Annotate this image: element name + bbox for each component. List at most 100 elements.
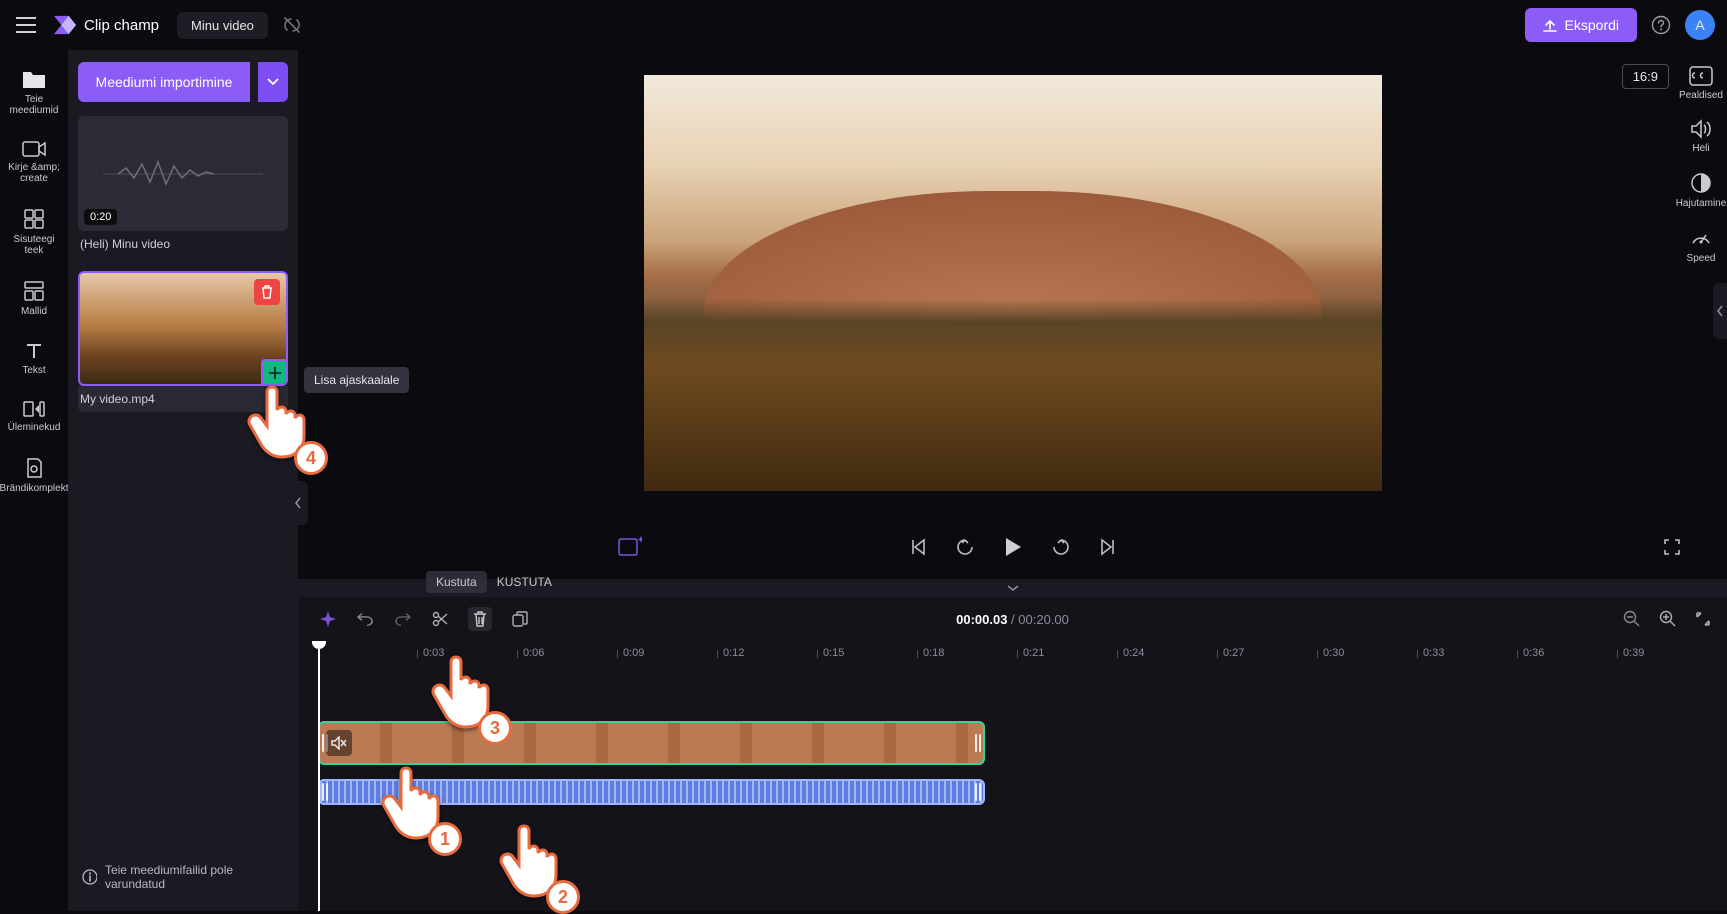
timeline-toolbar-right: [1623, 610, 1711, 628]
app-name: Clip champ: [84, 17, 159, 34]
ruler-tick: 0:30: [1323, 647, 1344, 659]
audio-waveform: [320, 781, 983, 803]
text-icon: [24, 341, 44, 361]
clipchamp-logo-icon: [54, 15, 76, 35]
zoom-out-button[interactable]: [1623, 610, 1641, 628]
ruler-tick: 0:36: [1523, 647, 1544, 659]
main-area: Teie meediumid Kirje &amp; create Sisute…: [0, 50, 1727, 911]
playback-controls: [298, 515, 1727, 579]
ruler-tick: 0:21: [1023, 647, 1044, 659]
export-button[interactable]: Ekspordi: [1525, 8, 1637, 42]
rewind-button[interactable]: [955, 537, 975, 557]
help-icon: [1651, 15, 1671, 35]
waveform-icon: [98, 154, 268, 194]
delete-tooltip: Kustuta KUSTUTA: [426, 571, 552, 593]
ruler-tick: 0:33: [1423, 647, 1444, 659]
forward-button[interactable]: [1051, 537, 1071, 557]
timeline-toolbar: Kustuta KUSTUTA 00:00.03 / 00:20.00: [298, 597, 1727, 641]
delete-clip-button[interactable]: Kustuta KUSTUTA: [468, 607, 492, 631]
trash-icon: [260, 285, 274, 299]
backup-warning[interactable]: Teie meediumifailid pole varundatud: [78, 855, 288, 899]
user-avatar[interactable]: A: [1685, 10, 1715, 40]
skip-start-icon: [909, 538, 927, 556]
app-logo[interactable]: Clip champ: [54, 15, 159, 35]
timeline-ruler[interactable]: 0:030:060:090:120:150:180:210:240:270:30…: [318, 641, 1727, 669]
chevron-down-icon: [1006, 584, 1020, 592]
clip-trim-right[interactable]: [973, 781, 983, 803]
project-title[interactable]: Minu video: [177, 12, 268, 39]
speaker-icon: [1690, 119, 1712, 139]
rail-content-library[interactable]: Sisuteegi teek: [0, 202, 68, 262]
timeline[interactable]: 0:030:060:090:120:150:180:210:240:270:30…: [298, 641, 1727, 911]
duplicate-button[interactable]: [512, 611, 528, 627]
redo-button[interactable]: [394, 611, 412, 627]
skip-start-button[interactable]: [909, 538, 927, 556]
ruler-tick: 0:09: [623, 647, 644, 659]
fullscreen-button[interactable]: [1663, 538, 1681, 556]
folder-icon: [21, 68, 47, 90]
menu-icon: [16, 17, 36, 33]
ruler-tick: 0:06: [523, 647, 544, 659]
right-rail-captions[interactable]: Pealdised: [1679, 66, 1723, 101]
library-icon: [23, 208, 45, 230]
split-button[interactable]: [432, 611, 448, 627]
preview-content: [644, 299, 1382, 490]
clip-trim-right[interactable]: [973, 723, 983, 763]
ruler-tick: 0:27: [1223, 647, 1244, 659]
rail-brandkit[interactable]: Brändikomplekt: [0, 451, 68, 500]
captions-icon: [1689, 66, 1713, 86]
video-preview[interactable]: [644, 75, 1382, 491]
playhead[interactable]: [318, 641, 320, 911]
media-item-audio[interactable]: 0:20 (Heli) Minu video: [78, 116, 288, 257]
fit-timeline-button[interactable]: [1695, 611, 1711, 627]
right-rail-fade[interactable]: Hajutamine: [1676, 172, 1727, 209]
stage: 16:9 Pealdised Heli Hajutamine Speed: [298, 50, 1727, 911]
play-button[interactable]: [1003, 536, 1023, 558]
right-rail-speed[interactable]: Speed: [1687, 227, 1716, 264]
audio-thumb: 0:20: [78, 116, 288, 231]
audio-clip[interactable]: [318, 779, 985, 805]
add-to-timeline-button[interactable]: [261, 359, 287, 385]
delete-media-button[interactable]: [254, 279, 280, 305]
aspect-ratio-selector[interactable]: 16:9: [1622, 64, 1669, 89]
fit-icon: [1695, 611, 1711, 627]
muted-icon: [331, 736, 347, 750]
no-autosave-icon[interactable]: [282, 15, 302, 35]
chevron-left-icon: [1716, 305, 1724, 317]
rail-templates[interactable]: Mallid: [0, 274, 68, 323]
play-icon: [1003, 536, 1023, 558]
brandkit-icon: [24, 457, 44, 479]
rail-your-media[interactable]: Teie meediumid: [0, 62, 68, 122]
clip-mute-toggle[interactable]: [326, 730, 352, 756]
right-rail-audio[interactable]: Heli: [1690, 119, 1712, 154]
fade-icon: [1690, 172, 1712, 194]
chevron-down-icon: [267, 78, 279, 86]
video-clip[interactable]: [318, 721, 985, 765]
media-item-video[interactable]: My video.mp4 Lisa ajaskaalale: [78, 271, 288, 412]
rail-record-create[interactable]: Kirje &amp; create: [0, 134, 68, 190]
timeline-time: 00:00.03 / 00:20.00: [956, 612, 1069, 627]
import-media-button[interactable]: Meediumi importimine: [78, 62, 250, 102]
ai-sparkle-button[interactable]: [320, 611, 336, 627]
ai-suggestions-button[interactable]: [618, 536, 642, 558]
add-to-timeline-tooltip: Lisa ajaskaalale: [304, 367, 409, 393]
export-label: Ekspordi: [1565, 17, 1619, 33]
clip-trim-left[interactable]: [320, 781, 330, 803]
help-button[interactable]: [1651, 15, 1671, 35]
ruler-tick: 0:18: [923, 647, 944, 659]
sparkle-icon: [320, 611, 336, 627]
fullscreen-icon: [1663, 538, 1681, 556]
upload-icon: [1543, 18, 1557, 32]
skip-end-button[interactable]: [1099, 538, 1117, 556]
rail-text[interactable]: Tekst: [0, 335, 68, 382]
undo-button[interactable]: [356, 611, 374, 627]
ruler-tick: 0:03: [423, 647, 444, 659]
import-media-caret[interactable]: [258, 62, 288, 102]
rail-transitions[interactable]: Üleminekud: [0, 394, 68, 439]
expand-right-panel[interactable]: [1713, 283, 1727, 339]
redo-icon: [394, 611, 412, 627]
zoom-in-button[interactable]: [1659, 610, 1677, 628]
ruler-tick: 0:24: [1123, 647, 1144, 659]
import-media-group: Meediumi importimine: [78, 62, 288, 102]
hamburger-menu[interactable]: [12, 11, 40, 39]
